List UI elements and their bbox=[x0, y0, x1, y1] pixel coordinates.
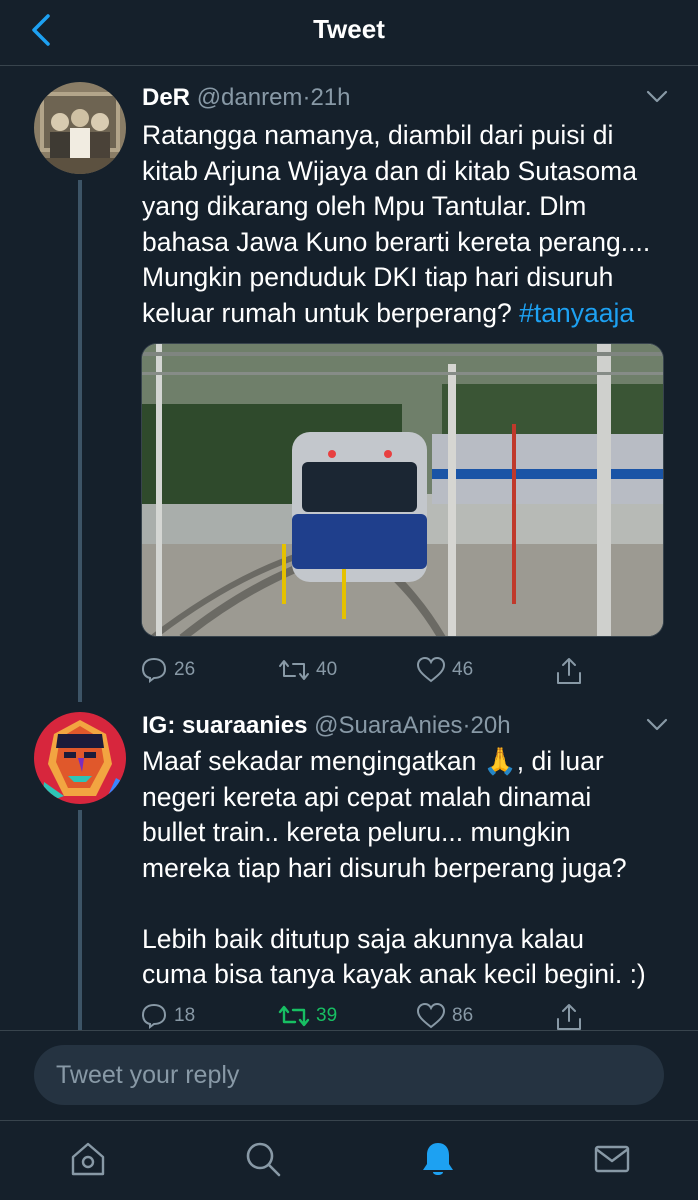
like-button[interactable]: 46 bbox=[416, 656, 473, 684]
hashtag-link[interactable]: #tanyaaja bbox=[519, 298, 634, 328]
timestamp[interactable]: 21h bbox=[310, 84, 350, 111]
text-line: Maaf sekadar mengingatkan 🙏, di luar bbox=[142, 746, 604, 776]
separator: · bbox=[462, 712, 471, 739]
tweet-1-photo[interactable] bbox=[141, 343, 664, 637]
text-line: negeri kereta api cepat malah dinamai bbox=[142, 781, 592, 812]
like-count: 86 bbox=[452, 1005, 474, 1026]
share-icon bbox=[557, 658, 581, 684]
top-bar: Tweet bbox=[0, 0, 698, 66]
avatar-suaraanies[interactable] bbox=[34, 712, 126, 804]
display-name[interactable]: DeR bbox=[142, 84, 190, 111]
share-button[interactable] bbox=[554, 1002, 584, 1032]
heart-icon bbox=[416, 1002, 446, 1029]
text-line: cuma bisa tanya kayak anak kecil begini.… bbox=[142, 959, 646, 989]
reply-icon bbox=[141, 657, 167, 683]
like-button[interactable]: 86 bbox=[416, 1002, 473, 1030]
thread-line bbox=[78, 810, 82, 1030]
text-line: bullet train.. kereta peluru... mungkin bbox=[142, 817, 571, 847]
reply-composer bbox=[0, 1030, 698, 1120]
retweet-count: 40 bbox=[316, 659, 338, 680]
retweet-icon bbox=[278, 1005, 310, 1027]
text-line: bahasa Jawa Kuno berarti kereta perang..… bbox=[142, 226, 651, 257]
retweet-button[interactable]: 39 bbox=[278, 1002, 337, 1030]
text-line: keluar rumah untuk berperang? #tanyaaja bbox=[142, 297, 635, 328]
bottom-tab-bar bbox=[0, 1120, 698, 1200]
chevron-down-icon[interactable] bbox=[646, 90, 668, 104]
text-line: mereka tiap hari disuruh berperang juga? bbox=[142, 852, 627, 883]
share-icon bbox=[557, 1004, 581, 1030]
text-line: kitab Arjuna Wijaya dan di kitab Sutasom… bbox=[142, 155, 637, 186]
tweet-1-header: DeR @danrem·21h bbox=[142, 84, 350, 112]
username[interactable]: @danrem bbox=[197, 84, 303, 111]
tweet-2-text: Maaf sekadar mengingatkan 🙏, di luar neg… bbox=[142, 744, 672, 993]
text-line: yang dikarang oleh Mpu Tantular. Dlm bbox=[142, 191, 587, 221]
tweet-2-actions: 18 39 86 bbox=[140, 1002, 600, 1032]
reply-icon bbox=[141, 1003, 167, 1029]
text-line bbox=[142, 886, 672, 922]
avatar-der[interactable] bbox=[34, 82, 126, 174]
reply-button[interactable]: 26 bbox=[140, 656, 195, 684]
retweet-button[interactable]: 40 bbox=[278, 656, 337, 684]
reply-count: 18 bbox=[174, 1005, 196, 1026]
text-line: Ratangga namanya, diambil dari puisi di bbox=[142, 120, 614, 150]
text-line: Mungkin penduduk DKI tiap hari disuruh bbox=[142, 262, 614, 292]
like-count: 46 bbox=[452, 659, 474, 680]
notifications-icon[interactable] bbox=[418, 1139, 458, 1179]
display-name[interactable]: IG: suaraanies bbox=[142, 712, 307, 739]
search-icon[interactable] bbox=[243, 1139, 283, 1179]
page-title: Tweet bbox=[313, 14, 385, 44]
chevron-down-icon[interactable] bbox=[646, 718, 668, 732]
tweet-1-text: Ratangga namanya, diambil dari puisi di … bbox=[142, 118, 672, 331]
text-line: Lebih baik ditutup saja akunnya kalau bbox=[142, 923, 584, 954]
share-button[interactable] bbox=[554, 656, 584, 686]
thread-line bbox=[78, 180, 82, 702]
reply-count: 26 bbox=[174, 659, 196, 680]
heart-icon bbox=[416, 656, 446, 683]
retweet-count: 39 bbox=[316, 1005, 338, 1026]
messages-icon[interactable] bbox=[592, 1139, 632, 1179]
timestamp[interactable]: 20h bbox=[471, 712, 511, 739]
retweet-icon bbox=[279, 660, 309, 680]
home-icon[interactable] bbox=[68, 1139, 108, 1179]
username[interactable]: @SuaraAnies bbox=[314, 712, 462, 739]
reply-input[interactable] bbox=[34, 1045, 664, 1105]
reply-button[interactable]: 18 bbox=[140, 1002, 195, 1030]
tweet-2-header: IG: suaraanies @SuaraAnies·20h bbox=[142, 712, 511, 740]
tweet-1-actions: 26 40 46 bbox=[140, 656, 600, 686]
